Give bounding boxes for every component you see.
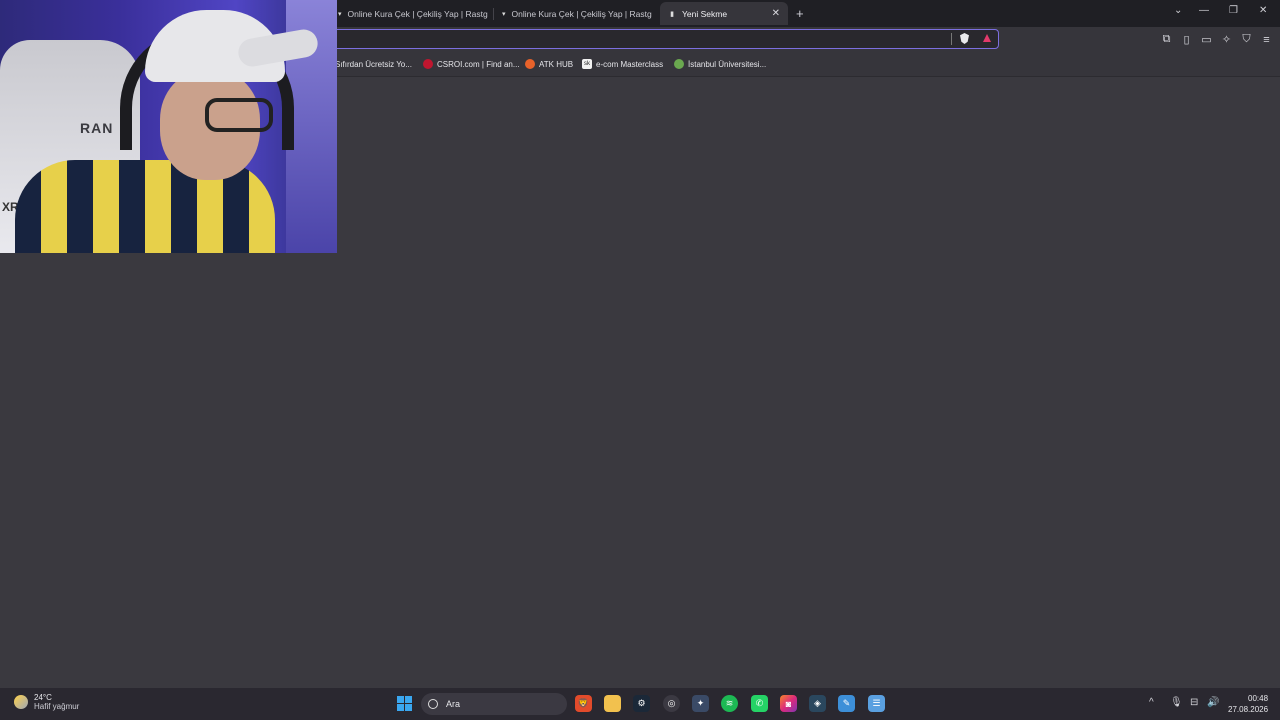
taskbar-clock[interactable]: 00:48 27.08.2026 — [1228, 693, 1268, 715]
tab-close-icon[interactable]: ✕ — [772, 8, 780, 19]
taskbar-search[interactable]: Ara — [421, 693, 567, 715]
search-placeholder: Ara — [446, 699, 461, 709]
search-icon — [428, 699, 438, 709]
bookmark-item[interactable]: CSROI.com | Find an... — [423, 58, 520, 70]
bookmark-item[interactable]: Sıfırdan Ücretsiz Yo... — [335, 58, 412, 70]
clock-date: 27.08.2026 — [1228, 705, 1269, 714]
instagram-icon[interactable]: ◙ — [780, 695, 797, 712]
bookmark-item[interactable]: sk e-com Masterclass — [582, 58, 663, 70]
address-bar[interactable] — [320, 29, 999, 49]
volume-icon[interactable]: 🔊 — [1207, 697, 1219, 708]
vpn-shield-icon[interactable]: ⛉ — [1240, 33, 1253, 46]
bookmark-label: Sıfırdan Ücretsiz Yo... — [335, 59, 412, 69]
chair-logo: RAN — [80, 120, 114, 136]
brave-rewards-icon[interactable] — [983, 34, 991, 42]
new-tab-button[interactable]: + — [796, 6, 804, 21]
tab-online-kura-1[interactable]: ▾ Online Kura Çek | Çekiliş Yap | Rastge — [338, 2, 488, 25]
tab-separator — [493, 8, 494, 20]
weather-widget[interactable]: 24°C Hafif yağmur — [14, 693, 79, 711]
close-window-button[interactable]: ✕ — [1259, 5, 1267, 16]
paint-icon[interactable]: ✎ — [838, 695, 855, 712]
brave-shields-icon[interactable] — [960, 33, 969, 44]
bookmark-label: İstanbul Üniversitesi... — [688, 59, 767, 69]
chrome-icon[interactable]: ◎ — [663, 695, 680, 712]
windows-start-icon[interactable] — [397, 696, 412, 711]
clock-time: 00:48 — [1248, 694, 1269, 703]
ecom-favicon-icon: sk — [582, 59, 592, 69]
weather-temp: 24°C — [34, 693, 52, 702]
bookmark-item[interactable]: İstanbul Üniversitesi... — [674, 58, 766, 70]
webcam-overlay: RAN XR — [0, 0, 337, 253]
csroi-favicon-icon — [423, 59, 433, 69]
brave-browser-icon[interactable]: 🦁 — [575, 695, 592, 712]
tab-yeni-sekme[interactable]: ▮ Yeni Sekme ✕ — [660, 2, 788, 25]
bookmark-label: ATK HUB — [539, 59, 574, 69]
network-icon[interactable]: ⊟ — [1190, 697, 1198, 708]
tab-title: Yeni Sekme — [682, 8, 728, 19]
weather-desc: Hafif yağmur — [34, 702, 80, 711]
notepad-icon[interactable]: ☰ — [868, 695, 885, 712]
glasses — [205, 98, 273, 132]
address-bar-divider — [951, 33, 952, 45]
steam-alt-icon[interactable]: ◈ — [809, 695, 826, 712]
atk-favicon-icon — [525, 59, 535, 69]
menu-icon[interactable]: ≡ — [1260, 33, 1273, 46]
steam-icon[interactable]: ⚙ — [633, 695, 650, 712]
bookmark-label: e-com Masterclass — [596, 59, 664, 69]
sidebar-icon[interactable]: ▯ — [1180, 33, 1193, 46]
tab-title: Online Kura Çek | Çekiliş Yap | Rastge — [347, 8, 488, 19]
bookmark-item[interactable]: ATK HUB — [525, 58, 573, 70]
tab-title: Online Kura Çek | Çekiliş Yap | Rastge — [511, 8, 652, 19]
xbox-icon[interactable]: ✦ — [692, 695, 709, 712]
restore-button[interactable]: ❐ — [1229, 5, 1238, 16]
leo-ai-icon[interactable]: ✧ — [1220, 33, 1233, 46]
site-favicon-icon: ▾ — [502, 10, 506, 18]
site-favicon-icon: ▾ — [338, 10, 342, 18]
extensions-icon[interactable]: ⧉ — [1160, 33, 1173, 46]
wallet-icon[interactable]: ▭ — [1200, 33, 1213, 46]
tab-online-kura-2[interactable]: ▾ Online Kura Çek | Çekiliş Yap | Rastge — [502, 2, 652, 25]
file-explorer-icon[interactable] — [604, 695, 621, 712]
new-tab-favicon-icon: ▮ — [670, 10, 674, 18]
microphone-icon[interactable]: 🎙 — [1170, 697, 1183, 708]
spotify-icon[interactable]: ≋ — [721, 695, 738, 712]
bookmark-label: CSROI.com | Find an... — [437, 59, 520, 69]
tray-chevron-icon[interactable]: ^ — [1149, 697, 1154, 708]
minimize-button[interactable]: — — [1199, 5, 1209, 16]
university-favicon-icon — [674, 59, 684, 69]
tab-list-dropdown-icon[interactable]: ⌄ — [1174, 5, 1182, 16]
weather-rain-icon — [14, 695, 28, 709]
whatsapp-icon[interactable]: ✆ — [751, 695, 768, 712]
